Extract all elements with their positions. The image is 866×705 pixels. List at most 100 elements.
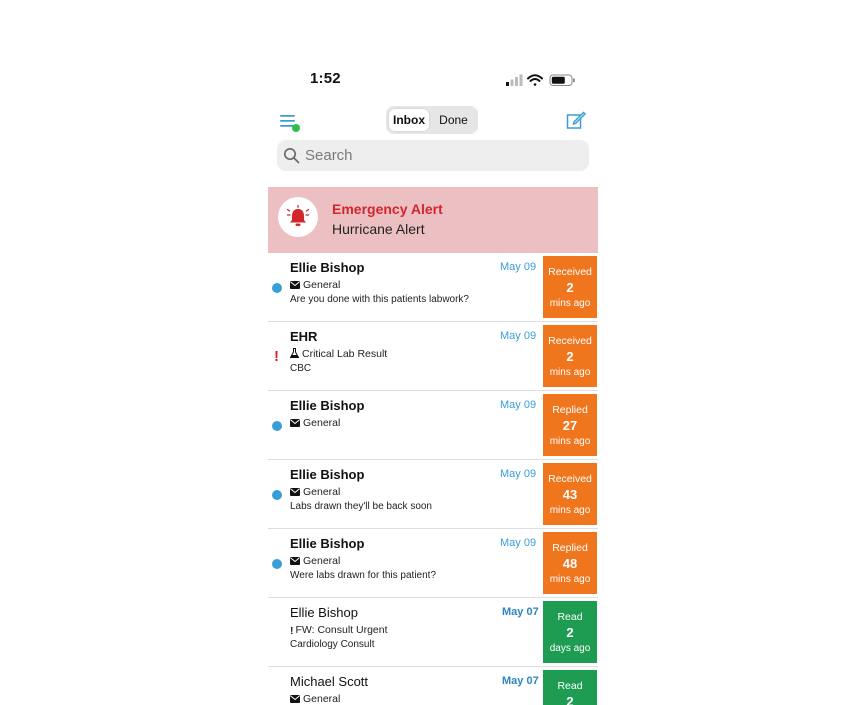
message-category: General (290, 555, 340, 567)
message-row[interactable]: Ellie Bishop May 07 ! FW: Consult Urgent … (268, 598, 598, 667)
search-input[interactable] (305, 140, 575, 171)
badge-count: 27 (562, 418, 578, 433)
message-list: Ellie Bishop May 09 General Are you done… (268, 253, 598, 705)
emergency-alert-banner[interactable]: Emergency Alert Hurricane Alert (268, 187, 598, 253)
message-row[interactable]: Ellie Bishop May 09 General Were labs dr… (268, 529, 598, 598)
alert-bell-badge (278, 197, 318, 237)
category-label: FW: Consult Urgent (295, 624, 388, 636)
status-badge: Received 2 mins ago (543, 256, 597, 318)
compose-button[interactable] (566, 110, 587, 130)
envelope-icon (290, 419, 300, 427)
badge-unit: mins ago (549, 574, 591, 585)
message-row[interactable]: Ellie Bishop May 09 General Replied 27 m… (268, 391, 598, 460)
app-screen: 1:52 Inbox Done Search Emergency Alert H… (268, 0, 598, 705)
badge-status: Read (557, 611, 583, 623)
envelope-icon (290, 281, 300, 289)
flask-icon (290, 348, 299, 358)
badge-status: Replied (552, 542, 588, 554)
emergency-alert-subtitle: Hurricane Alert (332, 221, 425, 237)
message-date: May 09 (500, 261, 537, 273)
message-sender: Ellie Bishop (290, 605, 358, 620)
status-badge: Read 2 (543, 670, 597, 705)
message-category: General (290, 693, 340, 705)
battery-icon (549, 74, 575, 86)
category-label: General (303, 693, 341, 705)
status-badge: Replied 27 mins ago (543, 394, 597, 456)
message-category: General (290, 486, 340, 498)
badge-status: Received (548, 335, 592, 347)
badge-unit: mins ago (549, 367, 591, 378)
badge-status: Received (548, 473, 592, 485)
category-label: General (303, 486, 341, 498)
badge-count: 2 (566, 694, 574, 705)
message-category: Critical Lab Result (290, 348, 387, 360)
message-row[interactable]: Michael Scott May 07 General Read 2 (268, 667, 598, 705)
status-badge: Received 2 mins ago (543, 325, 597, 387)
badge-status: Read (557, 680, 583, 692)
compose-icon (566, 111, 587, 129)
status-badge: Read 2 days ago (543, 601, 597, 663)
unread-dot-icon (272, 421, 282, 431)
message-category: General (290, 279, 340, 291)
badge-unit: days ago (549, 643, 591, 654)
category-label: General (303, 279, 341, 291)
status-time: 1:52 (310, 70, 341, 87)
status-icons (506, 72, 578, 88)
message-date: May 09 (500, 468, 537, 480)
message-sender: Ellie Bishop (290, 260, 365, 275)
envelope-icon (290, 557, 300, 565)
envelope-icon (290, 695, 300, 703)
message-preview: Labs drawn they'll be back soon (290, 501, 432, 512)
message-date: May 07 (502, 606, 539, 618)
hamburger-menu-icon (280, 115, 300, 132)
tab-inbox[interactable]: Inbox (389, 109, 429, 131)
message-date: May 09 (500, 330, 537, 342)
emergency-alert-title: Emergency Alert (332, 201, 443, 217)
message-date: May 09 (500, 399, 537, 411)
badge-count: 2 (566, 625, 574, 640)
badge-count: 2 (566, 280, 574, 295)
wifi-icon (527, 74, 543, 86)
alarm-bell-icon (287, 205, 309, 226)
unread-dot-icon (272, 559, 282, 569)
badge-count: 48 (562, 556, 578, 571)
unread-dot-icon (272, 490, 282, 500)
status-badge: Replied 48 mins ago (543, 532, 597, 594)
category-label: General (303, 417, 341, 429)
badge-status: Received (548, 266, 592, 278)
badge-unit: mins ago (549, 298, 591, 309)
message-sender: Ellie Bishop (290, 467, 365, 482)
badge-count: 43 (562, 487, 578, 502)
inbox-done-segmented-control: Inbox Done (386, 106, 478, 134)
message-preview: Are you done with this patients labwork? (290, 294, 469, 305)
message-row[interactable]: Ellie Bishop May 09 General Are you done… (268, 253, 598, 322)
exclamation-icon: ! (290, 625, 294, 637)
message-date: May 07 (502, 675, 539, 687)
search-icon (284, 148, 300, 164)
message-row[interactable]: ! EHR May 09 Critical Lab Result CBC Rec… (268, 322, 598, 391)
message-sender: EHR (290, 329, 318, 344)
unread-dot-icon (272, 283, 282, 293)
tab-done[interactable]: Done (432, 109, 475, 131)
badge-status: Replied (552, 404, 588, 416)
category-label: Critical Lab Result (302, 348, 388, 360)
message-sender: Ellie Bishop (290, 398, 365, 413)
message-row[interactable]: Ellie Bishop May 09 General Labs drawn t… (268, 460, 598, 529)
search-bar (277, 140, 589, 171)
badge-unit: mins ago (549, 505, 591, 516)
message-category: General (290, 417, 340, 429)
status-badge: Received 43 mins ago (543, 463, 597, 525)
priority-exclamation-icon: ! (274, 348, 279, 365)
category-label: General (303, 555, 341, 567)
message-preview: CBC (290, 363, 312, 374)
message-date: May 09 (500, 537, 537, 549)
badge-unit: mins ago (549, 436, 591, 447)
message-preview: Cardiology Consult (290, 639, 375, 650)
badge-count: 2 (566, 349, 574, 364)
message-preview: Were labs drawn for this patient? (290, 570, 437, 581)
message-category: ! FW: Consult Urgent (290, 624, 388, 637)
envelope-icon (290, 488, 300, 496)
menu-button[interactable] (280, 113, 302, 133)
message-sender: Ellie Bishop (290, 536, 365, 551)
cellular-signal-icon (506, 74, 523, 86)
